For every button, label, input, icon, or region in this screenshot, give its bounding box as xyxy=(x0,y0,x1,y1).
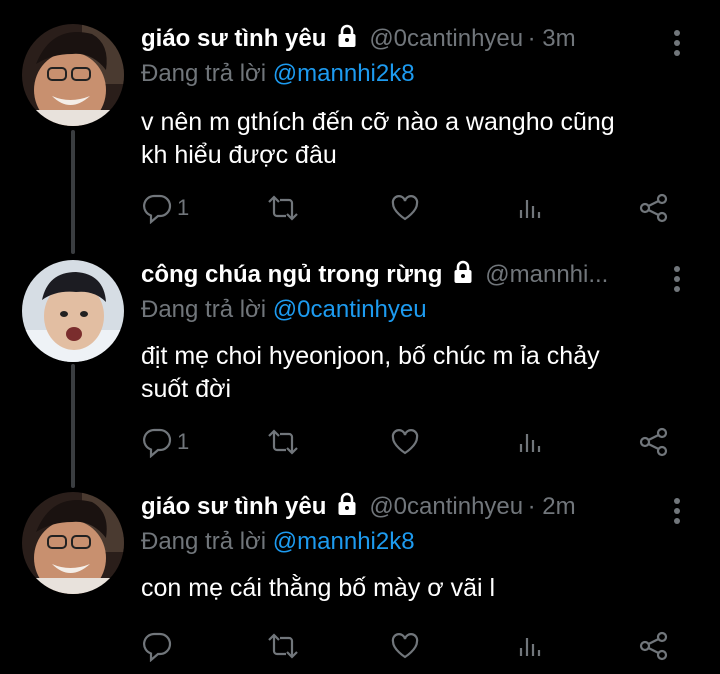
heart-icon xyxy=(391,195,419,221)
mention-link[interactable]: @mannhi2k8 xyxy=(273,60,415,87)
share-icon xyxy=(639,193,668,223)
lock-icon xyxy=(335,24,359,53)
like-button[interactable] xyxy=(389,424,421,460)
heart-icon xyxy=(391,633,419,659)
reply-count: 1 xyxy=(177,195,190,220)
user-handle[interactable]: @0cantinhyeu xyxy=(369,493,523,520)
timestamp[interactable]: · 3m xyxy=(528,25,576,52)
replying-label: Đang trả lời xyxy=(141,528,267,555)
share-button[interactable] xyxy=(637,190,671,226)
action-bar: 1 xyxy=(141,190,680,226)
more-vertical-icon[interactable] xyxy=(674,30,682,60)
tweet-text-line: kh hiểu được đâu xyxy=(141,141,337,169)
share-button[interactable] xyxy=(637,628,671,664)
replying-label: Đang trả lời xyxy=(141,296,267,323)
like-button[interactable] xyxy=(389,190,421,226)
share-icon xyxy=(639,631,668,661)
tweet-text: địt mẹ choi hyeonjoon, bố chúc m ỉa chảy… xyxy=(141,340,701,406)
reply-icon xyxy=(143,632,172,662)
tweet-header: công chúa ngủ trong rừng @mannhi... xyxy=(141,260,660,294)
avatar[interactable] xyxy=(22,24,124,126)
tweet-text: con mẹ cái thằng bố mày ơ vãi l xyxy=(141,572,701,605)
retweet-icon xyxy=(268,633,298,659)
tweet-text: v nên m gthích đến cỡ nào a wangho cũng … xyxy=(141,106,701,172)
like-button[interactable] xyxy=(389,628,421,664)
analytics-icon xyxy=(519,638,541,656)
replying-label: Đang trả lời xyxy=(141,60,267,87)
share-icon xyxy=(639,427,668,457)
display-name[interactable]: giáo sư tình yêu xyxy=(141,25,326,52)
analytics-icon xyxy=(519,200,541,218)
mention-link[interactable]: @0cantinhyeu xyxy=(273,296,427,323)
user-handle[interactable]: @mannhi... xyxy=(485,261,608,288)
replying-to: Đang trả lời @0cantinhyeu xyxy=(141,296,427,324)
reply-icon xyxy=(143,194,172,224)
reply-icon xyxy=(143,428,172,458)
tweet[interactable]: công chúa ngủ trong rừng @mannhi... Đang… xyxy=(0,260,720,470)
views-button[interactable] xyxy=(515,190,547,226)
display-name[interactable]: giáo sư tình yêu xyxy=(141,493,326,520)
tweet[interactable]: giáo sư tình yêu @0cantinhyeu · 2m Đang … xyxy=(0,492,720,674)
retweet-icon xyxy=(268,195,298,221)
tweet-text-line: địt mẹ choi hyeonjoon, bố chúc m ỉa chảy xyxy=(141,342,600,370)
reply-button[interactable]: 1 xyxy=(141,190,189,226)
more-vertical-icon[interactable] xyxy=(674,266,682,296)
heart-icon xyxy=(391,429,419,455)
views-button[interactable] xyxy=(515,424,547,460)
tweet-header: giáo sư tình yêu @0cantinhyeu · 2m xyxy=(141,492,660,526)
avatar[interactable] xyxy=(22,260,124,362)
lock-icon xyxy=(335,492,359,521)
more-vertical-icon[interactable] xyxy=(674,498,682,528)
reply-button[interactable]: 1 xyxy=(141,424,189,460)
tweet-text-line: suốt đời xyxy=(141,375,232,403)
retweet-button[interactable] xyxy=(265,628,301,664)
replying-to: Đang trả lời @mannhi2k8 xyxy=(141,528,415,556)
tweet-text-line: con mẹ cái thằng bố mày ơ vãi l xyxy=(141,574,496,602)
avatar[interactable] xyxy=(22,492,124,594)
action-bar: 1 xyxy=(141,424,680,460)
tweet-text-line: v nên m gthích đến cỡ nào a wangho cũng xyxy=(141,108,615,136)
retweet-icon xyxy=(268,429,298,455)
share-button[interactable] xyxy=(637,424,671,460)
display-name[interactable]: công chúa ngủ trong rừng xyxy=(141,261,442,288)
reply-button[interactable] xyxy=(141,628,177,664)
user-handle[interactable]: @0cantinhyeu xyxy=(369,25,523,52)
tweet-header: giáo sư tình yêu @0cantinhyeu · 3m xyxy=(141,24,660,58)
views-button[interactable] xyxy=(515,628,547,664)
lock-icon xyxy=(451,260,475,289)
retweet-button[interactable] xyxy=(265,190,301,226)
timestamp[interactable]: · 2m xyxy=(528,493,576,520)
analytics-icon xyxy=(519,434,541,452)
action-bar xyxy=(141,628,680,664)
reply-count: 1 xyxy=(177,429,190,454)
replying-to: Đang trả lời @mannhi2k8 xyxy=(141,60,415,88)
retweet-button[interactable] xyxy=(265,424,301,460)
mention-link[interactable]: @mannhi2k8 xyxy=(273,528,415,555)
tweet[interactable]: giáo sư tình yêu @0cantinhyeu · 3m Đang … xyxy=(0,24,720,234)
